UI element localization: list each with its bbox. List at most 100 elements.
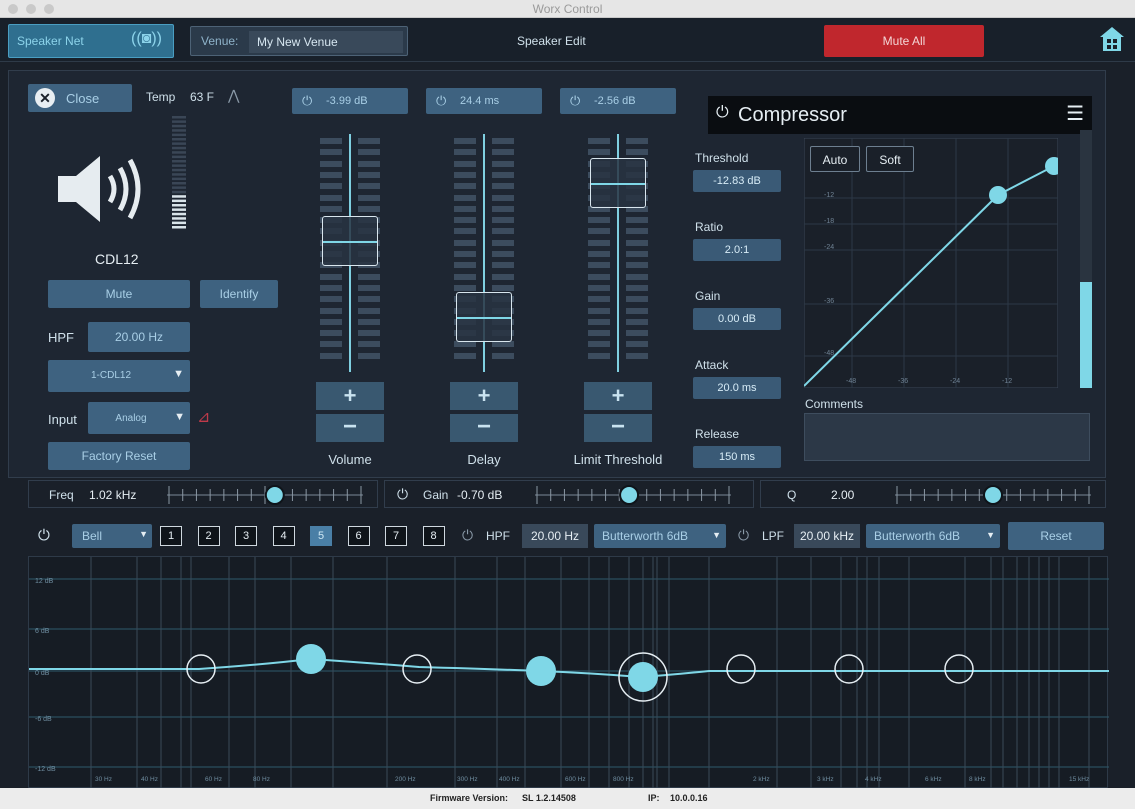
close-button[interactable]: ✕ Close — [28, 84, 132, 112]
fader-scale-segment — [320, 284, 342, 291]
home-icon[interactable] — [1098, 25, 1126, 53]
window-titlebar: Worx Control — [0, 0, 1135, 18]
fader-scale-segment — [588, 217, 610, 224]
speaker-icon — [52, 150, 148, 228]
band-button[interactable]: 5 — [310, 526, 332, 546]
band-button[interactable]: 6 — [347, 526, 370, 546]
fader-value-button[interactable]: ⏻ -3.99 dB — [292, 88, 408, 114]
meter-segment — [172, 120, 186, 123]
hpf-label: HPF — [48, 330, 74, 345]
factory-reset-button[interactable]: Factory Reset — [48, 442, 190, 470]
mute-button[interactable]: Mute — [48, 280, 190, 308]
eq-lpf-value[interactable]: 20.00 kHz — [794, 524, 860, 548]
lpf-slope-dropdown[interactable]: Butterworth 6dB ▼ — [866, 524, 1000, 548]
fader-scale-segment — [454, 228, 476, 235]
release-value[interactable]: 150 ms — [693, 446, 781, 468]
eq-power-icon[interactable]: ⏻ — [38, 527, 50, 544]
fader-scale-segment — [358, 138, 380, 144]
chevron-down-icon: ▼ — [173, 368, 184, 380]
soft-button[interactable]: Soft — [866, 146, 914, 172]
fader-scale-segment — [626, 239, 648, 246]
fader-scale-segment — [588, 296, 610, 303]
eq-freq-label: 6 kHz — [925, 776, 942, 783]
fader-knob[interactable] — [322, 215, 378, 266]
identify-button[interactable]: Identify — [200, 280, 278, 308]
fader-scale-segment — [454, 251, 476, 257]
plus-button[interactable]: + — [584, 382, 652, 410]
preset-dropdown[interactable]: 1-CDL12 ▼ — [48, 360, 190, 392]
fader-value: 24.4 ms — [460, 95, 500, 107]
fader-label: Limit Threshold — [573, 452, 663, 467]
freq-slider[interactable] — [167, 483, 363, 507]
fader-value-button[interactable]: ⏻ 24.4 ms — [426, 88, 542, 114]
gain-value[interactable]: 0.00 dB — [693, 308, 781, 330]
meter-segment — [172, 116, 186, 119]
band-button[interactable]: 4 — [272, 526, 295, 546]
band-button[interactable]: 7 — [385, 526, 407, 546]
eq-reset-button[interactable]: Reset — [1008, 522, 1104, 550]
mute-all-button[interactable]: Mute All — [824, 25, 984, 57]
attack-value[interactable]: 20.0 ms — [693, 377, 781, 399]
power-icon[interactable]: ⏻ — [716, 104, 729, 122]
speaker-net-button[interactable]: Speaker Net ((◙)) — [8, 24, 174, 58]
fader-scale-segment — [492, 205, 514, 212]
venue-label: Venue: — [201, 34, 239, 48]
fader-knob[interactable] — [456, 292, 512, 343]
eq-freq-label: 60 Hz — [205, 776, 222, 783]
plus-button[interactable]: + — [316, 382, 384, 410]
q-slider[interactable] — [895, 483, 1091, 507]
fader-scale-segment — [492, 239, 514, 246]
gain-slider[interactable] — [535, 483, 731, 507]
gain-reduction-fill — [1080, 282, 1092, 388]
threshold-value[interactable]: -12.83 dB — [693, 170, 781, 192]
hpf-power-icon[interactable]: ⏻ — [462, 527, 473, 544]
threshold-handle — [989, 186, 1007, 204]
comments-field[interactable] — [804, 413, 1090, 461]
venue-selector[interactable]: Venue: My New Venue — [190, 26, 408, 56]
fader-scale-segment — [320, 341, 342, 348]
fader-scale-segment — [492, 171, 514, 178]
band-button[interactable]: 2 — [197, 526, 220, 546]
eq-graph[interactable]: 12 dB 6 dB 0 dB -6 dB -12 dB 30 Hz 40 Hz 60 Hz 8… — [28, 556, 1109, 789]
meter-segment — [172, 204, 186, 207]
eq-freq-label: 80 Hz — [253, 776, 270, 783]
eq-band-node — [628, 662, 658, 692]
fader-value: -3.99 dB — [326, 95, 368, 107]
threshold-label: Threshold — [695, 151, 749, 165]
hpf-value-field[interactable]: 20.00 Hz — [88, 322, 190, 352]
fader-label: Delay — [467, 452, 501, 467]
band-button[interactable]: 8 — [422, 526, 445, 546]
fader-scale-segment — [454, 217, 476, 224]
minus-button[interactable]: − — [584, 414, 652, 442]
auto-button[interactable]: Auto — [810, 146, 860, 172]
plus-button[interactable]: + — [450, 382, 518, 410]
input-dropdown[interactable]: Analog ▼ — [88, 402, 190, 434]
speaker-net-label: Speaker Net — [17, 34, 84, 48]
minus-button[interactable]: − — [316, 414, 384, 442]
compressor-graph[interactable]: -12 -18 -24 -36 -48 -48 -36 -24 -12 — [803, 137, 1063, 389]
filter-type-dropdown[interactable]: Bell ▼ — [72, 524, 152, 548]
window-title: Worx Control — [532, 2, 603, 16]
band-button[interactable]: 1 — [160, 526, 182, 546]
fader-scale-segment — [492, 217, 514, 224]
ratio-value[interactable]: 2.0:1 — [693, 239, 781, 261]
band-button[interactable]: 3 — [235, 526, 257, 546]
fader-knob-line — [457, 317, 511, 320]
eq-lpf-label: LPF — [762, 529, 785, 543]
fader-knob[interactable] — [590, 158, 646, 209]
minus-button[interactable]: − — [450, 414, 518, 442]
eq-band-node — [944, 654, 974, 684]
hpf-slope-dropdown[interactable]: Butterworth 6dB ▼ — [594, 524, 726, 548]
eq-hpf-value[interactable]: 20.00 Hz — [522, 524, 588, 548]
input-link-icon[interactable]: ⊿ — [197, 407, 210, 427]
eq-freq-label: 4 kHz — [865, 776, 882, 783]
lpf-power-icon[interactable]: ⏻ — [738, 527, 749, 544]
eq-freq-label: 40 Hz — [141, 776, 158, 783]
fader-scale-segment — [588, 318, 610, 325]
fader-scale-segment — [626, 352, 648, 359]
fader-scale-segment — [358, 307, 380, 314]
menu-list-icon[interactable]: ☰ — [1066, 101, 1084, 126]
power-icon[interactable]: ⏻ — [397, 486, 408, 503]
fader-value-button[interactable]: ⏻ -2.56 dB — [560, 88, 676, 114]
fader-scale-segment — [492, 341, 514, 348]
